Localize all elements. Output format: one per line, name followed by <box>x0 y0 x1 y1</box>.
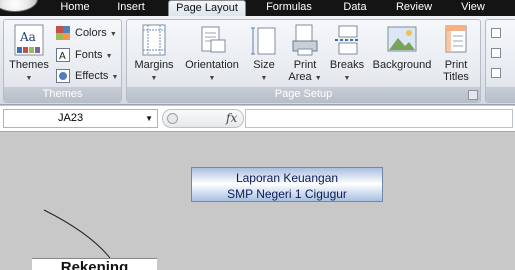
page-setup-dialog-launcher-icon[interactable] <box>468 90 478 100</box>
print-titles-button[interactable]: Print Titles <box>437 24 475 88</box>
scale-control-icon[interactable] <box>491 68 501 78</box>
svg-text:Aa: Aa <box>19 30 36 44</box>
tab-home[interactable]: Home <box>55 0 95 16</box>
themes-group: Aa Themes ▼ Colors ▼ A Fonts ▼ Effects ▼… <box>3 19 122 103</box>
resize-handle-icon[interactable] <box>167 113 178 124</box>
background-icon <box>387 24 417 56</box>
fonts-button[interactable]: A Fonts ▼ <box>56 46 113 64</box>
size-label: Size <box>253 59 275 71</box>
themes-button[interactable]: Aa Themes ▼ <box>6 24 52 88</box>
colors-label: Colors <box>75 27 107 39</box>
themes-icon: Aa <box>14 24 44 56</box>
scale-group-partial <box>485 19 515 103</box>
effects-icon <box>56 69 71 83</box>
page-setup-group: Margins ▼ Orientation ▼ Size ▼ Print Are… <box>126 19 481 103</box>
print-area-label-2: Area <box>288 71 312 83</box>
size-icon <box>249 24 279 56</box>
rekening-shape[interactable]: Rekening <box>32 258 157 270</box>
office-button[interactable] <box>0 0 38 12</box>
svg-text:A: A <box>59 51 66 62</box>
background-button[interactable]: Background <box>369 24 435 88</box>
chevron-down-icon: ▼ <box>25 75 33 82</box>
print-area-label-1: Print <box>293 59 317 71</box>
print-titles-icon <box>441 24 471 56</box>
chevron-down-icon: ▼ <box>105 53 113 60</box>
chevron-down-icon: ▼ <box>260 75 268 82</box>
insert-function-icon[interactable]: fx <box>226 110 237 127</box>
breaks-label: Breaks <box>329 59 365 71</box>
tab-view[interactable]: View <box>455 0 491 16</box>
margins-icon <box>139 24 169 56</box>
tab-review[interactable]: Review <box>392 0 436 16</box>
chevron-down-icon: ▼ <box>343 75 351 82</box>
formula-bar: JA23 ▼ fx <box>0 106 515 132</box>
effects-button[interactable]: Effects ▼ <box>56 67 118 85</box>
chevron-down-icon: ▼ <box>314 75 322 82</box>
chevron-down-icon[interactable]: ▼ <box>145 110 153 127</box>
themes-label: Themes <box>9 59 49 71</box>
colors-icon <box>56 26 71 40</box>
ribbon-tab-bar: Home Insert Page Layout Formulas Data Re… <box>0 0 515 16</box>
tab-insert[interactable]: Insert <box>110 0 152 16</box>
report-title-shape[interactable]: Laporan Keuangan SMP Negeri 1 Cigugur <box>191 167 383 202</box>
tab-data[interactable]: Data <box>338 0 372 16</box>
tab-page-layout[interactable]: Page Layout <box>168 0 246 16</box>
name-box-value: JA23 <box>58 112 84 124</box>
scale-group-label <box>486 87 515 102</box>
breaks-button[interactable]: Breaks ▼ <box>328 24 366 88</box>
background-label: Background <box>372 59 432 71</box>
fonts-label: Fonts <box>75 49 103 61</box>
print-titles-label-2: Titles <box>443 71 469 83</box>
chevron-down-icon: ▼ <box>208 75 216 82</box>
print-titles-label-1: Print <box>444 59 468 71</box>
ribbon: Aa Themes ▼ Colors ▼ A Fonts ▼ Effects ▼… <box>0 16 515 105</box>
orientation-label: Orientation <box>185 59 239 71</box>
breaks-icon <box>332 24 362 56</box>
chevron-down-icon: ▼ <box>150 75 158 82</box>
formula-controls: fx <box>162 109 244 128</box>
themes-group-label: Themes <box>4 87 121 102</box>
rekening-label: Rekening <box>60 259 129 270</box>
print-area-button[interactable]: Print Area ▼ <box>287 24 323 88</box>
tab-formulas[interactable]: Formulas <box>259 0 319 16</box>
chevron-down-icon: ▼ <box>109 31 117 38</box>
fonts-icon: A <box>56 48 71 62</box>
width-control-icon[interactable] <box>491 28 501 38</box>
worksheet-canvas[interactable]: Laporan Keuangan SMP Negeri 1 Cigugur Re… <box>0 133 515 270</box>
margins-button[interactable]: Margins ▼ <box>129 24 179 88</box>
orientation-icon <box>197 24 227 56</box>
chevron-down-icon: ▼ <box>111 74 119 81</box>
formula-input[interactable] <box>245 109 513 128</box>
print-area-icon <box>290 24 320 56</box>
page-setup-group-label: Page Setup <box>127 87 480 102</box>
report-title-line-1: Laporan Keuangan <box>235 171 339 185</box>
margins-label: Margins <box>134 59 174 71</box>
report-title-line-2: SMP Negeri 1 Cigugur <box>227 187 347 201</box>
size-button[interactable]: Size ▼ <box>247 24 281 88</box>
height-control-icon[interactable] <box>491 48 501 58</box>
orientation-button[interactable]: Orientation ▼ <box>179 24 245 88</box>
effects-label: Effects <box>75 70 109 82</box>
name-box[interactable]: JA23 ▼ <box>3 109 158 128</box>
colors-button[interactable]: Colors ▼ <box>56 24 117 42</box>
